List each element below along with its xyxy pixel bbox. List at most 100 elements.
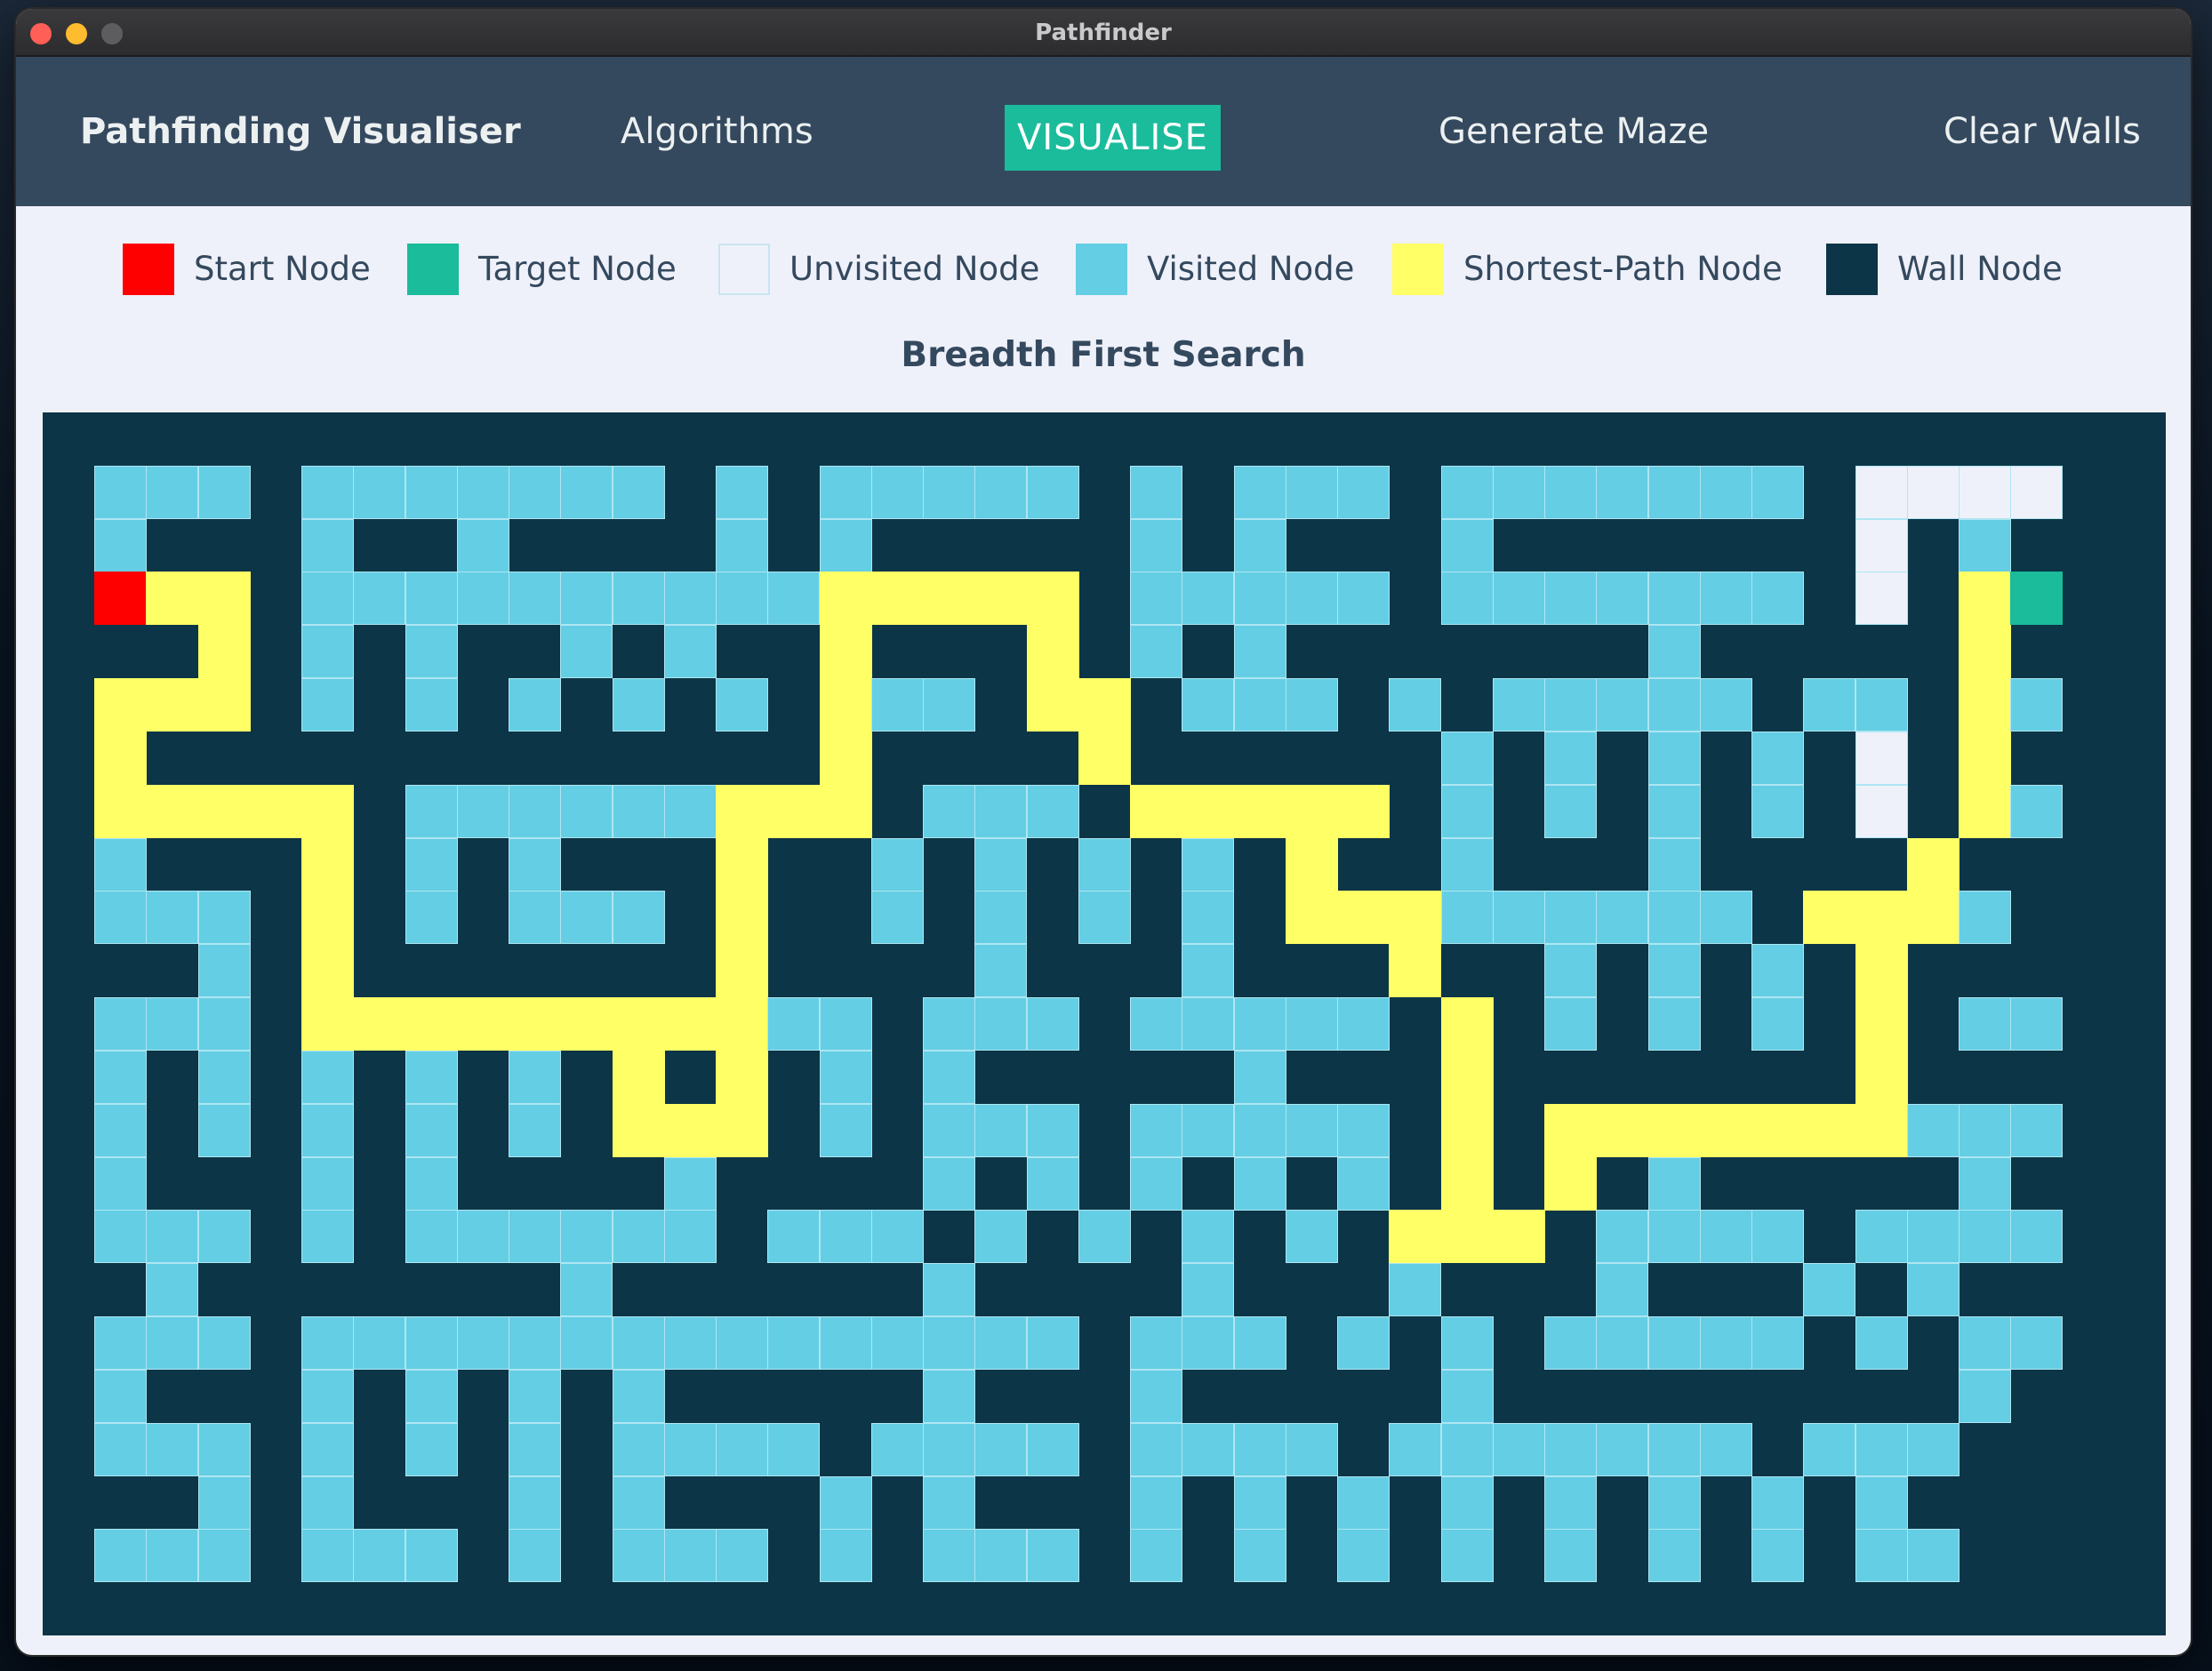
- visited-node[interactable]: [1440, 731, 1494, 785]
- visited-node[interactable]: [819, 1210, 872, 1264]
- visited-node[interactable]: [1233, 518, 1286, 572]
- visited-node[interactable]: [1130, 1529, 1183, 1583]
- visited-node[interactable]: [560, 465, 613, 519]
- shortest-path-node[interactable]: [1959, 678, 2012, 732]
- visited-node[interactable]: [1130, 1369, 1183, 1423]
- visited-node[interactable]: [923, 1529, 976, 1583]
- visited-node[interactable]: [2010, 1103, 2064, 1157]
- visited-node[interactable]: [1751, 1529, 1805, 1583]
- visited-node[interactable]: [1440, 1422, 1494, 1476]
- visited-node[interactable]: [1544, 784, 1598, 838]
- visited-node[interactable]: [197, 1103, 251, 1157]
- unvisited-node[interactable]: [1855, 784, 1908, 838]
- visited-node[interactable]: [1026, 1156, 1079, 1211]
- visited-node[interactable]: [1026, 1422, 1079, 1476]
- visited-node[interactable]: [870, 465, 924, 519]
- shortest-path-node[interactable]: [1285, 784, 1338, 838]
- shortest-path-node[interactable]: [197, 572, 251, 626]
- shortest-path-node[interactable]: [1596, 1103, 1649, 1157]
- visited-node[interactable]: [1130, 1475, 1183, 1530]
- visited-node[interactable]: [146, 1422, 199, 1476]
- shortest-path-node[interactable]: [819, 731, 872, 785]
- shortest-path-node[interactable]: [1803, 891, 1856, 945]
- shortest-path-node[interactable]: [1130, 784, 1183, 838]
- visited-node[interactable]: [1440, 837, 1494, 891]
- visited-node[interactable]: [1492, 465, 1545, 519]
- visited-node[interactable]: [974, 784, 1028, 838]
- visited-node[interactable]: [716, 678, 769, 732]
- visited-node[interactable]: [1026, 784, 1079, 838]
- visited-node[interactable]: [1959, 1316, 2012, 1371]
- visited-node[interactable]: [663, 1316, 717, 1371]
- visited-node[interactable]: [974, 1103, 1028, 1157]
- visited-node[interactable]: [301, 1369, 355, 1423]
- visited-node[interactable]: [1959, 518, 2012, 572]
- visited-node[interactable]: [456, 572, 509, 626]
- visited-node[interactable]: [923, 1103, 976, 1157]
- visited-node[interactable]: [1130, 1103, 1183, 1157]
- visited-node[interactable]: [1182, 1103, 1235, 1157]
- shortest-path-node[interactable]: [1440, 1210, 1494, 1264]
- visited-node[interactable]: [1492, 572, 1545, 626]
- visited-node[interactable]: [405, 837, 458, 891]
- visited-node[interactable]: [353, 572, 406, 626]
- visited-node[interactable]: [509, 678, 562, 732]
- visited-node[interactable]: [1647, 784, 1701, 838]
- visited-node[interactable]: [819, 1050, 872, 1104]
- shortest-path-node[interactable]: [716, 837, 769, 891]
- visited-node[interactable]: [1026, 1529, 1079, 1583]
- visited-node[interactable]: [509, 1050, 562, 1104]
- visited-node[interactable]: [819, 1316, 872, 1371]
- visited-node[interactable]: [819, 997, 872, 1051]
- visited-node[interactable]: [1130, 572, 1183, 626]
- visited-node[interactable]: [1078, 1210, 1131, 1264]
- shortest-path-node[interactable]: [1699, 1103, 1752, 1157]
- visited-node[interactable]: [301, 625, 355, 679]
- visited-node[interactable]: [1699, 1316, 1752, 1371]
- visited-node[interactable]: [1182, 837, 1235, 891]
- visited-node[interactable]: [405, 1316, 458, 1371]
- shortest-path-node[interactable]: [819, 784, 872, 838]
- visited-node[interactable]: [509, 1422, 562, 1476]
- visited-node[interactable]: [870, 891, 924, 945]
- shortest-path-node[interactable]: [1337, 891, 1391, 945]
- shortest-path-node[interactable]: [1233, 784, 1286, 838]
- shortest-path-node[interactable]: [197, 784, 251, 838]
- visited-node[interactable]: [1544, 678, 1598, 732]
- visited-node[interactable]: [1337, 1529, 1391, 1583]
- shortest-path-node[interactable]: [1389, 891, 1442, 945]
- visited-node[interactable]: [1751, 731, 1805, 785]
- visited-node[interactable]: [663, 1156, 717, 1211]
- visited-node[interactable]: [1130, 518, 1183, 572]
- visited-node[interactable]: [1647, 997, 1701, 1051]
- visited-node[interactable]: [1855, 1475, 1908, 1530]
- visited-node[interactable]: [974, 465, 1028, 519]
- visited-node[interactable]: [1596, 1263, 1649, 1317]
- shortest-path-node[interactable]: [1803, 1103, 1856, 1157]
- visited-node[interactable]: [1751, 1475, 1805, 1530]
- visited-node[interactable]: [405, 572, 458, 626]
- visited-node[interactable]: [1855, 678, 1908, 732]
- shortest-path-node[interactable]: [146, 784, 199, 838]
- visited-node[interactable]: [1233, 465, 1286, 519]
- visited-node[interactable]: [94, 837, 148, 891]
- visited-node[interactable]: [405, 1103, 458, 1157]
- visited-node[interactable]: [146, 1529, 199, 1583]
- shortest-path-node[interactable]: [1492, 1210, 1545, 1264]
- visited-node[interactable]: [1959, 891, 2012, 945]
- shortest-path-node[interactable]: [1337, 784, 1391, 838]
- visited-node[interactable]: [405, 678, 458, 732]
- shortest-path-node[interactable]: [663, 997, 717, 1051]
- visited-node[interactable]: [1647, 944, 1701, 998]
- visited-node[interactable]: [1026, 1316, 1079, 1371]
- shortest-path-node[interactable]: [301, 997, 355, 1051]
- visited-node[interactable]: [612, 1369, 665, 1423]
- visited-node[interactable]: [1130, 625, 1183, 679]
- visited-node[interactable]: [94, 465, 148, 519]
- visited-node[interactable]: [1337, 572, 1391, 626]
- visited-node[interactable]: [1647, 1475, 1701, 1530]
- visited-node[interactable]: [923, 1050, 976, 1104]
- visited-node[interactable]: [2010, 997, 2064, 1051]
- visited-node[interactable]: [1492, 891, 1545, 945]
- visited-node[interactable]: [1959, 1369, 2012, 1423]
